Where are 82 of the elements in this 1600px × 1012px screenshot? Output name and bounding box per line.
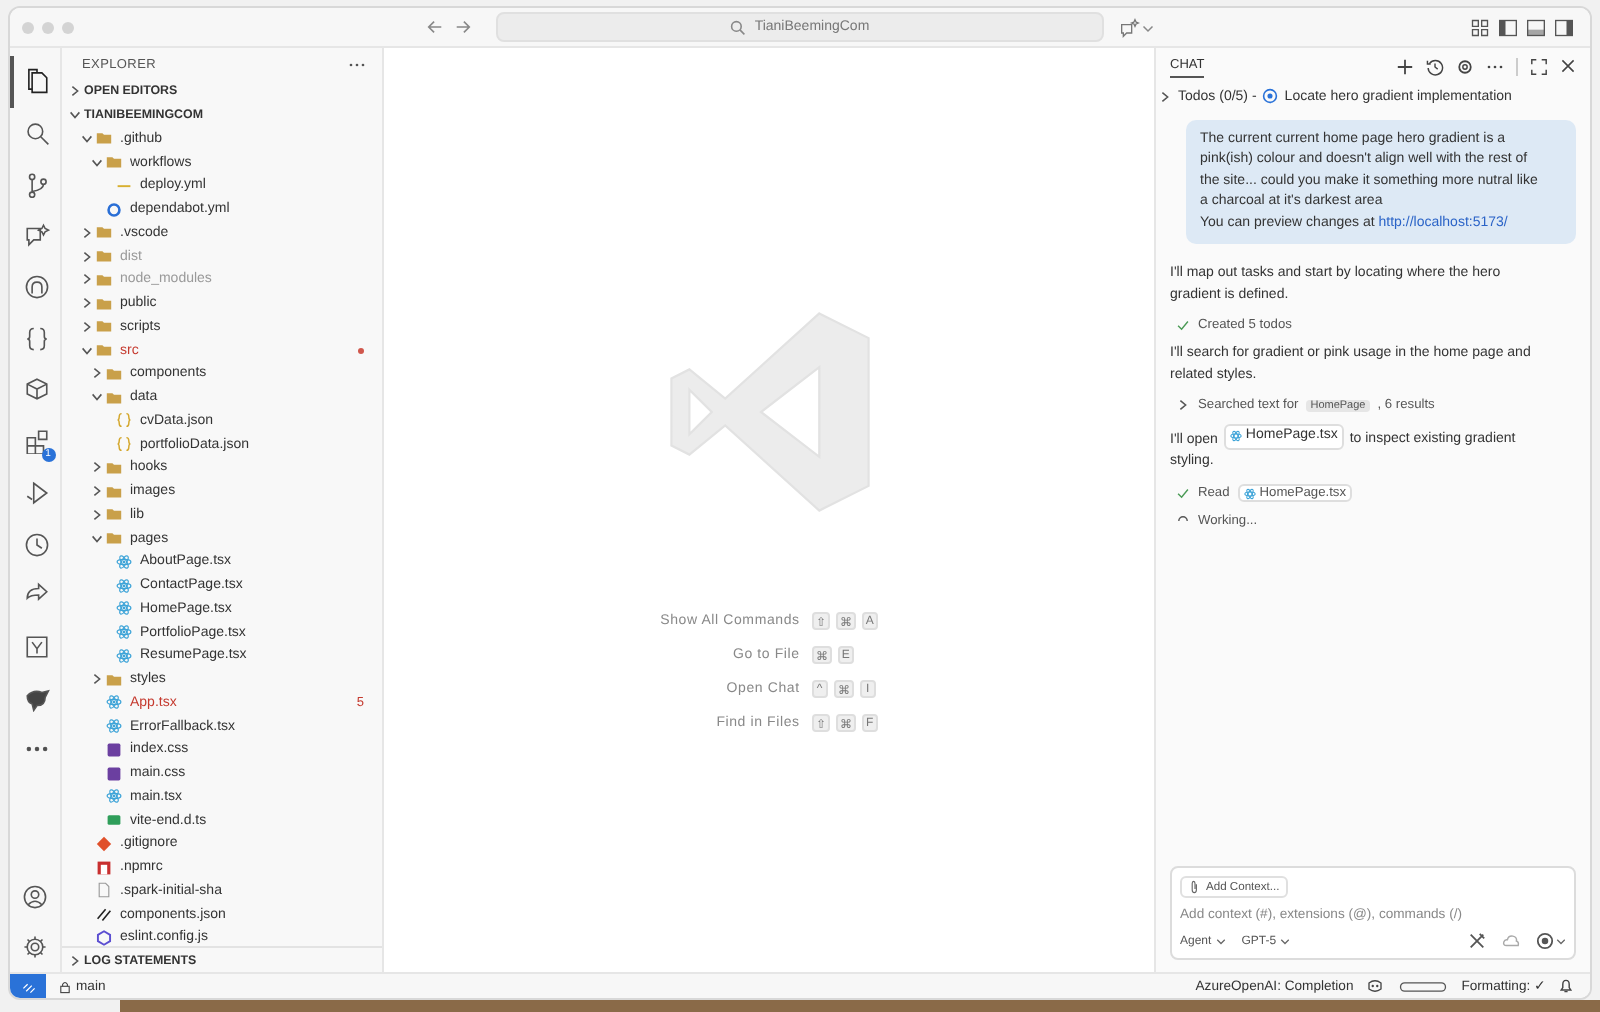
chevron-icon[interactable] <box>80 272 94 287</box>
sidebar-left-icon[interactable] <box>1498 17 1518 37</box>
chevron-icon[interactable] <box>80 319 94 334</box>
square-icon <box>96 859 112 876</box>
braces-icon <box>24 325 50 352</box>
send-button[interactable] <box>1536 932 1566 950</box>
tools-icon[interactable] <box>1468 932 1486 950</box>
atom-icon <box>116 600 132 617</box>
target-icon <box>1536 932 1554 950</box>
plus-icon[interactable] <box>1396 57 1414 75</box>
chevron-icon[interactable] <box>1158 89 1172 103</box>
chevron-icon[interactable] <box>68 953 82 968</box>
remote-button[interactable] <box>10 974 46 998</box>
atom-icon <box>116 553 132 570</box>
error-dot <box>358 347 364 354</box>
sidebar-right-icon[interactable] <box>1554 17 1574 37</box>
settings-icon[interactable] <box>22 934 48 960</box>
lock-icon <box>58 979 72 993</box>
more-icon[interactable] <box>1486 63 1504 69</box>
chevron-icon[interactable] <box>90 460 104 475</box>
page-icon <box>96 882 112 899</box>
chevron-icon[interactable] <box>1176 398 1190 413</box>
atom-icon <box>1243 487 1256 500</box>
search-icon <box>24 120 50 147</box>
paperclip-icon <box>1188 880 1202 894</box>
chevron-icon[interactable] <box>80 131 94 146</box>
atom-icon <box>106 694 122 711</box>
run-icon <box>24 479 50 506</box>
atom-icon <box>116 647 132 664</box>
search-icon <box>730 19 747 35</box>
chevron-icon[interactable] <box>90 390 104 405</box>
chevron-icon[interactable] <box>80 343 94 358</box>
caret-icon <box>1215 936 1226 946</box>
extensions-icon <box>24 428 50 455</box>
chevron-icon[interactable] <box>90 672 104 687</box>
chevron-icon[interactable] <box>90 507 104 522</box>
chevron-icon[interactable] <box>90 531 104 546</box>
capsule-icon <box>1395 981 1450 991</box>
hexagon-icon <box>96 929 112 946</box>
folder-icon <box>106 671 122 688</box>
chevron-icon[interactable] <box>80 296 94 311</box>
settings-icon[interactable] <box>1456 57 1474 75</box>
files-icon <box>24 68 50 95</box>
atom-icon <box>1229 430 1242 443</box>
ring-icon <box>106 201 122 218</box>
layout-grid-icon[interactable] <box>1470 17 1490 37</box>
bell-icon[interactable] <box>1558 978 1574 994</box>
braces-icon <box>116 412 132 429</box>
chevron-icon[interactable] <box>80 249 94 264</box>
back-arrow-icon[interactable] <box>426 18 444 36</box>
copilot-menu-button[interactable] <box>1120 17 1154 37</box>
sparkle-chat-icon <box>1120 17 1140 37</box>
chevron-icon[interactable] <box>80 225 94 240</box>
branch-icon <box>24 171 50 198</box>
maximize-icon[interactable] <box>1530 57 1548 75</box>
atom-icon <box>106 718 122 735</box>
chevron-icon[interactable] <box>68 108 82 123</box>
diamond-icon <box>96 835 112 852</box>
atom-icon <box>116 577 132 594</box>
panel-bottom-icon[interactable] <box>1526 17 1546 37</box>
braces-icon <box>116 436 132 453</box>
copilot-face-icon[interactable] <box>1365 978 1384 994</box>
chat-sparkle-icon <box>24 222 50 249</box>
history-icon[interactable] <box>1426 57 1444 75</box>
atom-icon <box>116 624 132 641</box>
file-icon <box>106 812 122 829</box>
caret-icon <box>1556 936 1566 946</box>
caret-icon <box>1280 936 1291 946</box>
remote-icon <box>21 979 35 993</box>
chevron-icon[interactable] <box>90 484 104 499</box>
cube-icon <box>24 376 50 403</box>
chevron-icon[interactable] <box>90 155 104 170</box>
slash-icon <box>96 906 112 923</box>
close-icon[interactable] <box>1560 58 1576 74</box>
clock-icon <box>24 531 50 558</box>
radio-dot-icon <box>1262 88 1279 104</box>
forward-arrow-icon[interactable] <box>454 18 472 36</box>
atom-icon <box>106 788 122 805</box>
caret-icon <box>1142 21 1154 33</box>
chevron-icon[interactable] <box>90 366 104 381</box>
account-icon[interactable] <box>22 884 48 910</box>
chevron-icon[interactable] <box>68 84 82 99</box>
